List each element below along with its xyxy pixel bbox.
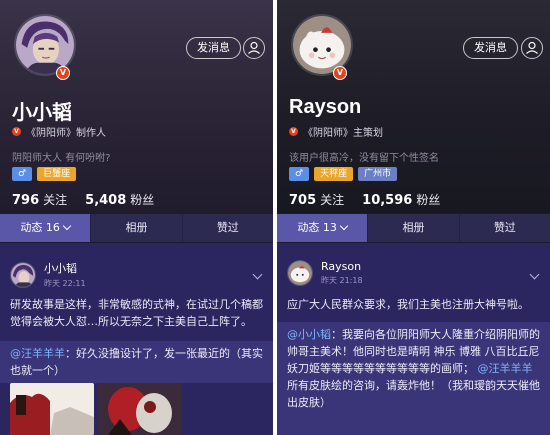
- post-more-chevron-icon[interactable]: [529, 269, 540, 280]
- profile-role: V 《阴阳师》制作人: [12, 124, 106, 139]
- post-text: 研发故事是这样，非常敏感的式神，在试过几个稿都觉得会被大人怼…所以无奈之下主美自…: [10, 298, 263, 328]
- following-count: 796: [12, 193, 40, 208]
- post-feed: Rayson 昨天 21:18 应广大人民群众要求，我们主美也注册大神号啦。 @…: [277, 243, 550, 435]
- chevron-down-icon: [339, 221, 349, 231]
- followers-label: 粉丝: [416, 193, 441, 207]
- profile-stats: 705 关注 10,596 粉丝: [289, 191, 440, 208]
- verified-small-icon: V: [289, 127, 298, 136]
- tab-liked[interactable]: 赞过: [181, 214, 273, 242]
- following-count: 705: [289, 193, 317, 208]
- post-avatar[interactable]: [10, 261, 36, 288]
- tab-liked[interactable]: 赞过: [458, 214, 550, 242]
- gender-tag: ♂: [12, 167, 33, 181]
- mention-link[interactable]: @汪羊羊羊: [10, 347, 65, 360]
- zodiac-tag: 巨蟹座: [37, 167, 77, 181]
- profile-tabs: 动态 13 相册 赞过: [277, 214, 550, 242]
- profile-name: Rayson: [289, 96, 362, 118]
- post-time: 昨天 21:18: [321, 276, 363, 285]
- post-author[interactable]: 小小韬: [44, 260, 86, 276]
- follow-user-icon[interactable]: [521, 37, 543, 59]
- profile-header: V 发消息 小小韬 V 《阴阳师》制作人 阴阳师大人 有何吩咐? ♂ 巨蟹座 7…: [0, 0, 273, 213]
- profile-tags: ♂ 巨蟹座: [12, 167, 77, 181]
- send-message-button[interactable]: 发消息: [186, 37, 241, 59]
- post-text: 应广大人民群众要求，我们主美也注册大神号啦。: [287, 298, 529, 311]
- quote-text-continued: 所有皮肤绘的咨询，请轰炸他！（我和瑷韵天天催他出皮肤）: [287, 379, 540, 409]
- verified-small-icon: V: [12, 127, 21, 136]
- following-stat[interactable]: 705 关注: [289, 191, 344, 208]
- followers-label: 粉丝: [130, 193, 155, 207]
- post-header: 小小韬 昨天 22:11: [10, 260, 86, 289]
- profile-name: 小小韬: [12, 102, 72, 124]
- post-feed: 小小韬 昨天 22:11 研发故事是这样，非常敏感的式神，在试过几个稿都觉得会被…: [0, 243, 273, 435]
- profile-role: V 《阴阳师》主策划: [289, 124, 383, 139]
- post-more-chevron-icon[interactable]: [252, 269, 263, 280]
- followers-count: 10,596: [362, 193, 413, 208]
- profile-bio: 该用户很高冷，没有留下个性签名: [289, 153, 439, 164]
- tab-posts[interactable]: 动态 13: [277, 214, 368, 242]
- city-tag: 广州市: [358, 167, 398, 181]
- followers-count: 5,408: [85, 193, 127, 208]
- tab-posts-label: 动态 16: [20, 221, 60, 234]
- mention-link[interactable]: @小小韬: [287, 328, 331, 341]
- tab-album[interactable]: 相册: [90, 214, 181, 242]
- send-message-button[interactable]: 发消息: [463, 37, 518, 59]
- followers-stat[interactable]: 5,408 粉丝: [85, 191, 154, 208]
- profile-tabs: 动态 16 相册 赞过: [0, 214, 273, 242]
- role-label: 《阴阳师》制作人: [26, 128, 106, 139]
- post-image[interactable]: [10, 383, 94, 435]
- post-time: 昨天 22:11: [44, 279, 86, 288]
- role-label: 《阴阳师》主策划: [303, 128, 383, 139]
- profile-tags: ♂ 天秤座 广州市: [289, 167, 398, 181]
- post-author[interactable]: Rayson: [321, 260, 363, 273]
- follow-user-icon[interactable]: [243, 37, 265, 59]
- profile-header: V 发消息 Rayson V 《阴阳师》主策划 该用户很高冷，没有留下个性签名 …: [277, 0, 550, 213]
- gender-tag: ♂: [289, 167, 310, 181]
- verified-badge-icon: V: [56, 66, 70, 80]
- repost-quote[interactable]: @汪羊羊羊：好久没撸设计了，发一张最近的（其实也就一个）: [0, 341, 273, 383]
- profile-bio: 阴阳师大人 有何吩咐?: [12, 153, 111, 164]
- profile-panel-left: V 发消息 小小韬 V 《阴阳师》制作人 阴阳师大人 有何吩咐? ♂ 巨蟹座 7…: [0, 0, 273, 435]
- tab-posts-label: 动态 13: [297, 221, 337, 234]
- tab-album[interactable]: 相册: [367, 214, 458, 242]
- following-label: 关注: [43, 193, 68, 207]
- following-stat[interactable]: 796 关注: [12, 191, 67, 208]
- verified-badge-icon: V: [333, 66, 347, 80]
- post-images: [10, 383, 182, 435]
- repost-quote[interactable]: @小小韬：我要向各位阴阳师大人隆重介绍阴阳师的帅哥主美术！他同时也是晴明 神乐 …: [277, 322, 550, 435]
- chevron-down-icon: [62, 221, 72, 231]
- post-image[interactable]: [98, 383, 182, 435]
- following-label: 关注: [320, 193, 345, 207]
- post-avatar[interactable]: [287, 260, 313, 286]
- profile-stats: 796 关注 5,408 粉丝: [12, 191, 154, 208]
- followers-stat[interactable]: 10,596 粉丝: [362, 191, 440, 208]
- mention-link[interactable]: @汪羊羊羊: [478, 362, 533, 375]
- profile-panel-right: V 发消息 Rayson V 《阴阳师》主策划 该用户很高冷，没有留下个性签名 …: [277, 0, 550, 435]
- tab-posts[interactable]: 动态 16: [0, 214, 91, 242]
- post-header: Rayson 昨天 21:18: [287, 260, 363, 286]
- zodiac-tag: 天秤座: [314, 167, 354, 181]
